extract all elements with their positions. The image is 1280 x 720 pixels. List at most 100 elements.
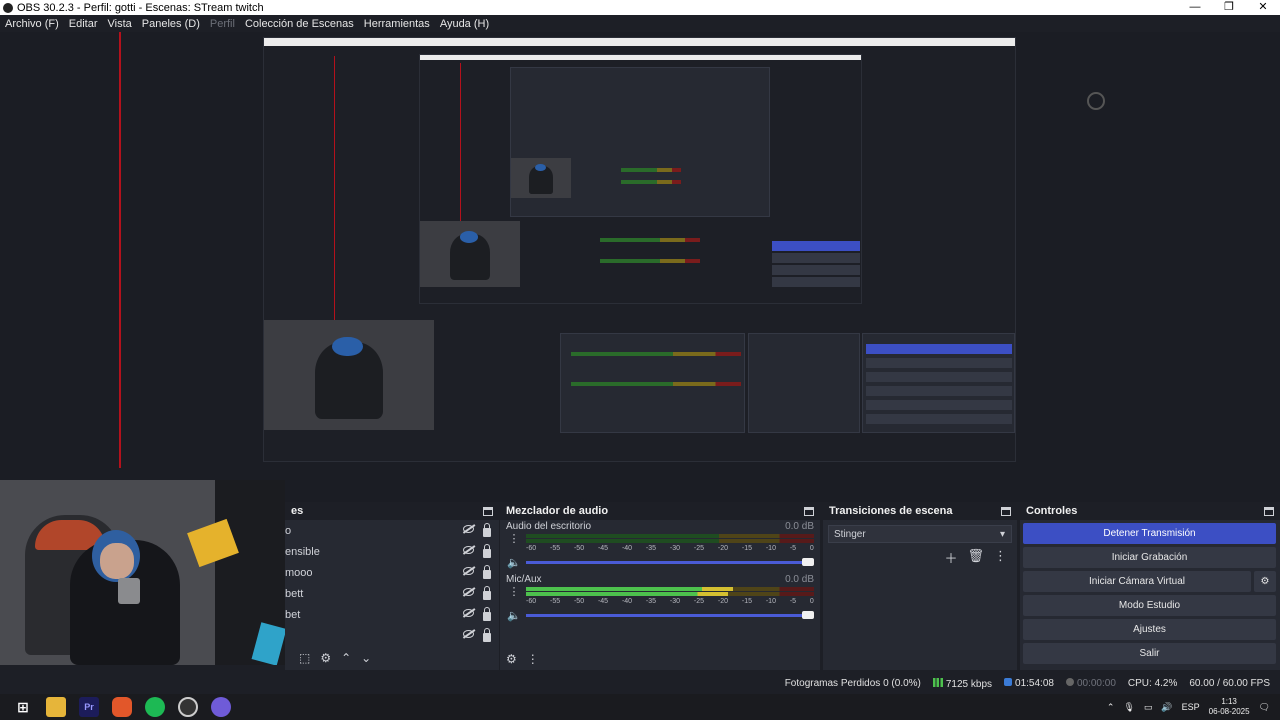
move-up-icon[interactable]: ⌃ <box>341 651 351 665</box>
volume-icon[interactable]: 🔊 <box>1161 702 1172 713</box>
nested-meter <box>600 238 700 242</box>
menu-editar[interactable]: Editar <box>64 18 103 30</box>
trash-icon[interactable]: 🗑 <box>967 548 984 567</box>
file-explorer-icon[interactable] <box>46 697 66 717</box>
premiere-icon[interactable]: Pr <box>79 697 99 717</box>
exit-button[interactable]: Salir <box>1023 643 1276 664</box>
studio-mode-button[interactable]: Modo Estudio <box>1023 595 1276 616</box>
chevron-up-icon[interactable]: ⌃ <box>1107 702 1115 713</box>
nested-meter <box>600 259 700 263</box>
volume-slider[interactable] <box>526 557 814 566</box>
clock[interactable]: 1:13 06-08-2025 <box>1209 697 1250 717</box>
stream-timer: 01:54:08 <box>1004 678 1054 689</box>
visibility-off-icon[interactable] <box>463 608 474 617</box>
menu-bar: Archivo (F) Editar Vista Paneles (D) Per… <box>0 15 1280 32</box>
language-indicator[interactable]: ESP <box>1182 702 1200 712</box>
visibility-off-icon[interactable] <box>463 524 474 533</box>
undock-icon[interactable] <box>483 506 493 516</box>
undock-icon[interactable] <box>1264 506 1274 516</box>
scene-item[interactable]: ensible <box>285 541 499 562</box>
add-icon[interactable]: ＋ <box>944 548 957 567</box>
nested-stop-button <box>772 241 860 251</box>
mixer-dock-title: Mezclador de audio <box>506 505 609 517</box>
settings-button[interactable]: Ajustes <box>1023 619 1276 640</box>
advanced-audio-gear-icon[interactable]: ⚙ <box>506 652 517 666</box>
track-menu-icon[interactable]: ⋮ <box>506 587 522 598</box>
nested-titlebar-2 <box>420 55 861 60</box>
scene-item-label: mooo <box>285 566 313 579</box>
visibility-off-icon[interactable] <box>463 587 474 596</box>
streaming-icon <box>1004 678 1013 686</box>
obs-taskbar-icon[interactable] <box>178 697 198 717</box>
undock-icon[interactable] <box>804 506 814 516</box>
track-menu-icon[interactable]: ⋮ <box>506 534 522 545</box>
menu-ayuda[interactable]: Ayuda (H) <box>435 18 494 30</box>
lock-icon[interactable] <box>483 606 491 621</box>
virtual-cam-row: Iniciar Cámara Virtual ⚙ <box>1023 571 1276 592</box>
taskbar: ⊞ Pr ⌃ 🎙 ▭ 🔊 ESP 1:13 06-08-2025 🗨 <box>0 694 1280 720</box>
preview-canvas[interactable] <box>0 32 1280 472</box>
meter-scale: -60 -55 -50 -45 -40 -35 -30 -25 -20 -15 -10 -5 0 <box>526 545 814 552</box>
visibility-off-icon[interactable] <box>463 566 474 575</box>
nested-button <box>772 265 860 275</box>
undock-icon[interactable] <box>1001 506 1011 516</box>
nested-red-line <box>334 56 335 326</box>
scene-item[interactable]: mooo <box>285 562 499 583</box>
windows-start-icon[interactable]: ⊞ <box>13 697 33 717</box>
nested-titlebar <box>264 38 1015 46</box>
menu-herramientas[interactable]: Herramientas <box>359 18 435 30</box>
speaker-icon[interactable]: 🔈 <box>506 609 522 622</box>
network-icon[interactable]: ▭ <box>1144 702 1153 713</box>
brave-browser-icon[interactable] <box>112 697 132 717</box>
chevron-down-icon: ▾ <box>999 528 1005 540</box>
track-db: 0.0 dB <box>785 574 814 585</box>
mixer-track-desktop: Audio del escritorio 0.0 dB ⋮ -60 -55 -50 -4… <box>500 520 820 570</box>
move-down-icon[interactable]: ⌄ <box>361 651 371 665</box>
nested-controls <box>862 333 1015 433</box>
menu-perfil[interactable]: Perfil <box>205 18 240 30</box>
stop-streaming-button[interactable]: Detener Transmisión <box>1023 523 1276 544</box>
scene-item[interactable]: bet <box>285 604 499 625</box>
speaker-icon[interactable]: 🔈 <box>506 556 522 569</box>
mixer-track-mic: Mic/Aux 0.0 dB ⋮ -60 -55 -50 -45 -40 -35 -30 -25… <box>500 573 820 623</box>
transition-menu-icon[interactable]: ⋮ <box>994 548 1007 567</box>
webcam-source[interactable] <box>0 480 285 665</box>
scene-item[interactable] <box>285 625 499 646</box>
filter-icon[interactable]: ⬚ <box>299 651 310 665</box>
lock-icon[interactable] <box>483 543 491 558</box>
minimize-button[interactable]: — <box>1178 0 1212 15</box>
transition-select[interactable]: Stinger ▾ <box>828 525 1012 543</box>
start-recording-button[interactable]: Iniciar Grabación <box>1023 547 1276 568</box>
virtual-camera-settings-gear-icon[interactable]: ⚙ <box>1254 571 1276 592</box>
scene-item-label: bett <box>285 587 304 600</box>
menu-archivo[interactable]: Archivo (F) <box>0 18 64 30</box>
microphone-icon[interactable]: 🎙 <box>1123 702 1134 713</box>
lock-icon[interactable] <box>483 627 491 642</box>
lock-icon[interactable] <box>483 522 491 537</box>
start-virtual-camera-button[interactable]: Iniciar Cámara Virtual <box>1023 571 1251 592</box>
menu-vista[interactable]: Vista <box>103 18 137 30</box>
settings-gear-icon[interactable]: ⚙ <box>320 651 331 665</box>
controls-dock-header: Controles <box>1020 502 1280 520</box>
notifications-icon[interactable]: 🗨 <box>1259 702 1270 713</box>
scenes-dock: es o ensible mooo bett bet ⬚ ⚙ ⌃ ⌄ <box>285 502 499 670</box>
spotify-icon[interactable] <box>145 697 165 717</box>
close-button[interactable]: ✕ <box>1246 0 1280 15</box>
maximize-button[interactable]: ❐ <box>1212 0 1246 15</box>
scene-item[interactable]: o <box>285 520 499 541</box>
volume-slider-handle[interactable] <box>802 557 814 566</box>
track-name: Mic/Aux <box>506 574 542 585</box>
app-icon[interactable] <box>211 697 231 717</box>
visibility-off-icon[interactable] <box>463 545 474 554</box>
volume-meter: -60 -55 -50 -45 -40 -35 -30 -25 -20 -15 -10 -5 0 <box>526 587 814 605</box>
menu-paneles[interactable]: Paneles (D) <box>137 18 205 30</box>
scene-item[interactable]: bett <box>285 583 499 604</box>
visibility-off-icon[interactable] <box>463 629 474 638</box>
volume-slider-handle[interactable] <box>802 610 814 619</box>
menu-coleccion-escenas[interactable]: Colección de Escenas <box>240 18 359 30</box>
lock-icon[interactable] <box>483 564 491 579</box>
lock-icon[interactable] <box>483 585 491 600</box>
mixer-menu-icon[interactable]: ⋮ <box>527 652 539 666</box>
volume-slider[interactable] <box>526 610 814 619</box>
stream-time: 01:54:08 <box>1015 678 1054 689</box>
